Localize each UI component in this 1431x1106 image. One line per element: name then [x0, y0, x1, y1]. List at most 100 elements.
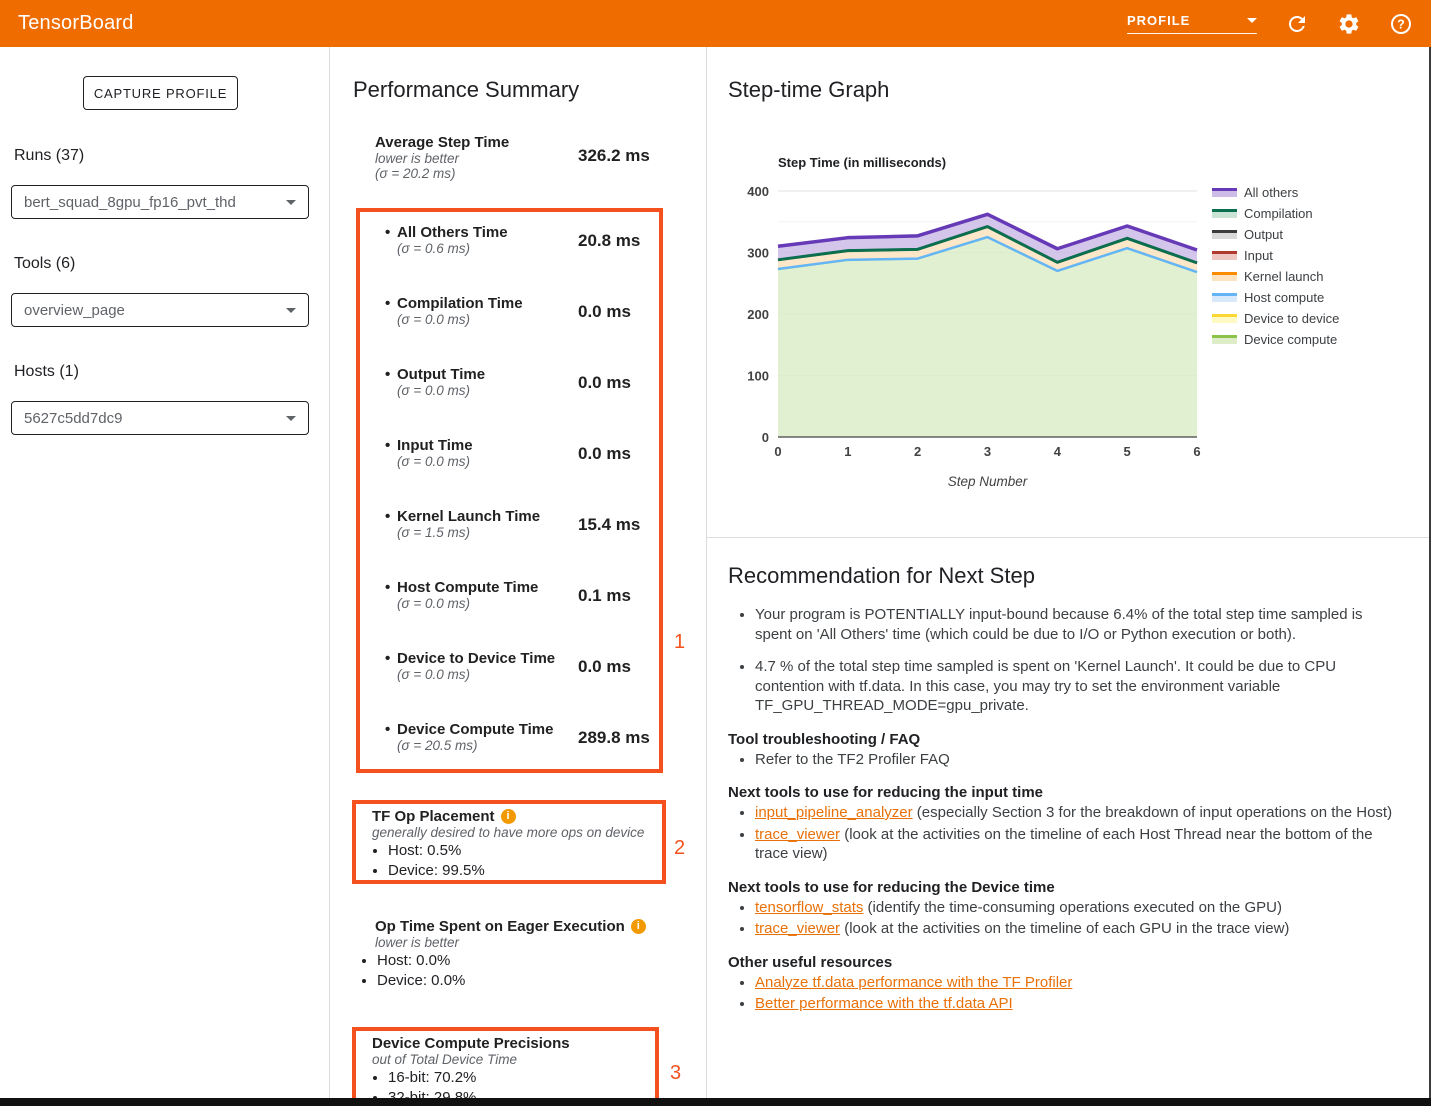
- legend-label: Device to device: [1244, 311, 1339, 326]
- dashboard-selector[interactable]: PROFILE: [1127, 13, 1257, 34]
- step-time-graph-title: Step-time Graph: [728, 77, 889, 103]
- recommendation-bullet: Your program is POTENTIALLY input-bound …: [755, 605, 1403, 644]
- recommendation-link[interactable]: trace_viewer: [755, 920, 840, 937]
- metric-label: Kernel Launch Time: [397, 508, 567, 525]
- tf-op-placement-box: TF Op Placement i generally desired to h…: [352, 800, 666, 884]
- legend-label: Input: [1244, 248, 1273, 263]
- recommendation-section-header: Tool troubleshooting / FAQ: [728, 731, 1403, 748]
- metric-sigma: (σ = 0.0 ms): [397, 312, 567, 327]
- eager-execution-title: Op Time Spent on Eager Execution: [375, 918, 625, 935]
- stat-item: Host: 0.0%: [377, 951, 683, 970]
- recommendation-link[interactable]: trace_viewer: [755, 826, 840, 843]
- stat-item: Device: 0.0%: [377, 971, 683, 990]
- window-bottom-bar: [0, 1098, 1431, 1106]
- recommendation-link[interactable]: Analyze tf.data performance with the TF …: [755, 974, 1072, 991]
- annotation-2: 2: [674, 837, 685, 860]
- recommendation-section-header: Next tools to use for reducing the input…: [728, 784, 1403, 801]
- help-icon: ?: [1389, 12, 1413, 36]
- legend-label: Kernel launch: [1244, 269, 1324, 284]
- recommendation-link[interactable]: tensorflow_stats: [755, 899, 863, 916]
- settings-button[interactable]: [1337, 12, 1361, 36]
- recommendation-section-list: Analyze tf.data performance with the TF …: [728, 973, 1403, 1014]
- metric-value: 0.0 ms: [578, 657, 631, 677]
- average-step-time-label: Average Step Time: [375, 134, 565, 151]
- svg-text:3: 3: [984, 444, 991, 459]
- recommendation-link[interactable]: Better performance with the tf.data API: [755, 995, 1013, 1012]
- chevron-down-icon: [286, 416, 296, 421]
- device-compute-precisions-box: Device Compute Precisions out of Total D…: [352, 1027, 659, 1106]
- recommendation-section-header: Other useful resources: [728, 954, 1403, 971]
- metric-value: 15.4 ms: [578, 515, 640, 535]
- capture-profile-button[interactable]: CAPTURE PROFILE: [83, 76, 238, 110]
- stat-item: Device: 99.5%: [388, 861, 662, 880]
- gear-icon: [1337, 12, 1361, 36]
- recommendation-item: Refer to the TF2 Profiler FAQ: [755, 750, 1403, 770]
- device-compute-precisions-note: out of Total Device Time: [372, 1052, 655, 1067]
- svg-text:400: 400: [747, 184, 769, 199]
- metric-label: Host Compute Time: [397, 579, 567, 596]
- svg-text:?: ?: [1397, 17, 1405, 31]
- metric-label: Compilation Time: [397, 295, 567, 312]
- annotation-1: 1: [674, 631, 685, 654]
- recommendation-bullet: 4.7 % of the total step time sampled is …: [755, 657, 1403, 716]
- info-icon[interactable]: i: [631, 919, 646, 934]
- metric-label: Input Time: [397, 437, 567, 454]
- svg-text:6: 6: [1193, 444, 1200, 459]
- recommendation-item-text: (look at the activities on the timeline …: [840, 920, 1289, 937]
- refresh-icon: [1285, 12, 1309, 36]
- svg-text:200: 200: [747, 307, 769, 322]
- tools-label: Tools (6): [14, 255, 75, 273]
- average-step-time-note: lower is better: [375, 151, 565, 166]
- recommendation-section-list: input_pipeline_analyzer (especially Sect…: [728, 803, 1403, 864]
- stat-item: 16-bit: 70.2%: [388, 1068, 655, 1087]
- recommendation-item: tensorflow_stats (identify the time-cons…: [755, 898, 1403, 918]
- tf-op-placement-title: TF Op Placement: [372, 808, 495, 825]
- tools-select[interactable]: overview_page: [11, 293, 309, 327]
- hosts-select[interactable]: 5627c5dd7dc9: [11, 401, 309, 435]
- metric-value: 0.0 ms: [578, 373, 631, 393]
- chart-axis-title: Step Time (in milliseconds): [778, 155, 946, 170]
- recommendation-bullets: Your program is POTENTIALLY input-bound …: [728, 605, 1403, 716]
- metric-sigma: (σ = 0.0 ms): [397, 667, 567, 682]
- metric-label: All Others Time: [397, 224, 567, 241]
- hosts-label: Hosts (1): [14, 363, 79, 381]
- metric-sigma: (σ = 0.0 ms): [397, 383, 567, 398]
- tf-op-placement-note: generally desired to have more ops on de…: [372, 825, 662, 840]
- eager-execution-list: Host: 0.0%Device: 0.0%: [353, 951, 683, 990]
- recommendation-section-header: Next tools to use for reducing the Devic…: [728, 879, 1403, 896]
- hosts-select-value: 5627c5dd7dc9: [24, 410, 122, 427]
- metric-label: Output Time: [397, 366, 567, 383]
- svg-text:0: 0: [774, 444, 781, 459]
- recommendation-item-text: (look at the activities on the timeline …: [755, 826, 1373, 863]
- runs-select[interactable]: bert_squad_8gpu_fp16_pvt_thd: [11, 185, 309, 219]
- recommendation-item: Better performance with the tf.data API: [755, 994, 1403, 1014]
- right-panel: Step-time Graph Step Time (in millisecon…: [707, 47, 1431, 1106]
- legend-label: Device compute: [1244, 332, 1337, 347]
- recommendation-item: trace_viewer (look at the activities on …: [755, 919, 1403, 939]
- app-header: TensorBoard PROFILE ?: [0, 0, 1431, 47]
- average-step-time-block: Average Step Time lower is better (σ = 2…: [375, 134, 565, 181]
- metric-breakdown-box: All Others Time(σ = 0.6 ms) 20.8 ms Compil…: [356, 208, 663, 773]
- recommendation-link[interactable]: input_pipeline_analyzer: [755, 804, 913, 821]
- performance-summary-title: Performance Summary: [353, 77, 579, 103]
- info-icon[interactable]: i: [501, 809, 516, 824]
- legend-label: Compilation: [1244, 206, 1313, 221]
- legend-label: Output: [1244, 227, 1283, 242]
- chart-areas: [778, 214, 1197, 437]
- runs-label: Runs (37): [14, 147, 84, 165]
- reload-button[interactable]: [1285, 12, 1309, 36]
- metric-label: Device to Device Time: [397, 650, 567, 667]
- svg-text:300: 300: [747, 246, 769, 261]
- help-button[interactable]: ?: [1389, 12, 1413, 36]
- recommendation-item: input_pipeline_analyzer (especially Sect…: [755, 803, 1403, 823]
- performance-summary-panel: Performance Summary Average Step Time lo…: [330, 47, 707, 1098]
- metric-sigma: (σ = 0.6 ms): [397, 241, 567, 256]
- runs-select-value: bert_squad_8gpu_fp16_pvt_thd: [24, 194, 236, 211]
- recommendation-item-text: (especially Section 3 for the breakdown …: [913, 804, 1392, 821]
- legend-label: Host compute: [1244, 290, 1324, 305]
- svg-text:2: 2: [914, 444, 921, 459]
- annotation-3: 3: [670, 1062, 681, 1085]
- recommendation-title: Recommendation for Next Step: [728, 563, 1403, 589]
- recommendation-section-list: Refer to the TF2 Profiler FAQ: [728, 750, 1403, 770]
- metric-value: 20.8 ms: [578, 231, 640, 251]
